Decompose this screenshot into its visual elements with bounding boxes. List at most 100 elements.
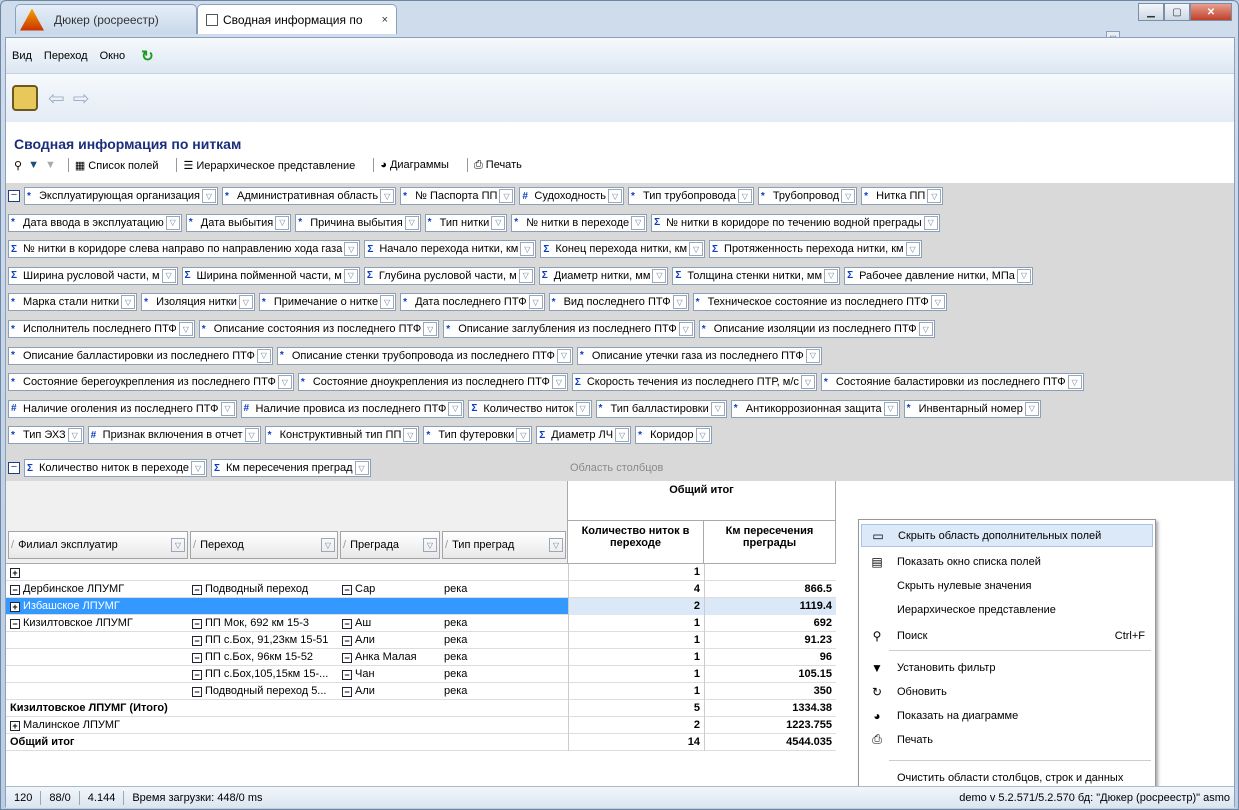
menu-window[interactable]: Окно bbox=[100, 50, 126, 62]
collapse-icon[interactable]: − bbox=[8, 190, 20, 202]
filter-field[interactable]: Σ Толщина стенки нитки, мм ▽ bbox=[672, 266, 841, 285]
filter-field[interactable]: Σ Рабочее давление нитки, МПа ▽ bbox=[844, 266, 1033, 285]
context-menu-item[interactable]: Скрыть нулевые значения bbox=[861, 574, 1153, 597]
collapse-icon[interactable]: − bbox=[342, 687, 352, 697]
collapse-icon[interactable]: − bbox=[192, 687, 202, 697]
filter-field[interactable]: * Описание изоляции из последнего ПТФ ▽ bbox=[698, 320, 935, 338]
expand-icon[interactable]: + bbox=[10, 721, 20, 731]
context-menu-item[interactable]: ◕ Показать на диаграмме bbox=[861, 704, 1153, 727]
filter-field[interactable]: * Конструктивный тип ПП ▽ bbox=[264, 426, 420, 445]
filter-icon[interactable]: ▽ bbox=[499, 189, 514, 203]
home-icon[interactable] bbox=[12, 85, 38, 111]
filter-field[interactable]: * Причина выбытия ▽ bbox=[295, 213, 421, 232]
filter-icon[interactable]: ▽ bbox=[549, 538, 563, 552]
filter-icon[interactable]: ▽ bbox=[824, 268, 839, 283]
filter-icon[interactable]: ▽ bbox=[121, 295, 136, 310]
filter-icon[interactable]: ▽ bbox=[275, 215, 290, 230]
filter-field[interactable]: # Судоходность ▽ bbox=[519, 187, 625, 205]
filter-icon[interactable]: ▽ bbox=[551, 375, 566, 390]
filter-icon[interactable]: ▽ bbox=[710, 401, 725, 416]
context-menu-item[interactable]: ⚲ Поиск Ctrl+F bbox=[861, 624, 1153, 647]
filter-field[interactable]: * Административная область ▽ bbox=[221, 187, 397, 205]
filter-icon[interactable]: ▽ bbox=[201, 189, 216, 203]
filter-icon[interactable]: ▽ bbox=[883, 401, 898, 416]
collapse-icon[interactable]: − bbox=[342, 670, 352, 680]
filter-field[interactable]: Σ Глубина русловой части, м ▽ bbox=[363, 266, 535, 285]
table-row[interactable]: − ПП с.Бох, 96км 15-52− Анка Малая река 1 96 bbox=[6, 649, 836, 666]
close-window-button[interactable]: ✕ bbox=[1190, 3, 1232, 21]
filter-icon[interactable]: ▽ bbox=[244, 428, 259, 443]
field-list-button[interactable]: ▦ Список полей bbox=[75, 159, 165, 172]
filter-icon[interactable]: ▽ bbox=[354, 461, 369, 475]
table-row[interactable]: Общий итог 14 4544.035 bbox=[6, 734, 836, 751]
filter-field[interactable]: * Тип футеровки ▽ bbox=[423, 426, 533, 445]
filter-field[interactable]: # Наличие провиса из последнего ПТФ ▽ bbox=[240, 399, 465, 418]
hierarchy-button[interactable]: ☰ Иерархическое представление bbox=[183, 159, 361, 172]
filter-field[interactable]: Σ Протяженность перехода нитки, км ▽ bbox=[709, 240, 922, 259]
filter-field[interactable]: Σ № нитки в коридоре по течению водной пр… bbox=[651, 213, 940, 232]
filter-field[interactable]: * Описание утечки газа из последнего ПТФ ▽ bbox=[576, 346, 822, 365]
context-menu-item[interactable]: ▼ Установить фильтр bbox=[861, 656, 1153, 679]
filter-field[interactable]: * Инвентарный номер ▽ bbox=[903, 399, 1041, 418]
filter-icon[interactable]: ▽ bbox=[423, 538, 437, 552]
expand-icon[interactable]: + bbox=[10, 602, 20, 612]
table-row[interactable]: + Малинское ЛПУМГ 2 1223.755 bbox=[6, 717, 836, 734]
forward-icon[interactable]: ⇨ bbox=[73, 86, 90, 111]
context-menu-item[interactable]: Иерархическое представление bbox=[861, 598, 1153, 621]
filter-icon[interactable]: ▽ bbox=[380, 295, 395, 310]
filter-field[interactable]: Σ Скорость течения из последнего ПТР, м/с… bbox=[571, 373, 817, 392]
context-menu-item[interactable]: ▭ Скрыть область дополнительных полей bbox=[861, 524, 1153, 547]
filter-field[interactable]: * Тип ЭХЗ ▽ bbox=[8, 426, 84, 445]
filter-icon[interactable]: ▽ bbox=[491, 215, 506, 230]
filter-icon[interactable]: ▽ bbox=[528, 295, 543, 310]
filter-icon[interactable]: ▽ bbox=[672, 295, 687, 310]
collapse-icon[interactable]: − bbox=[8, 462, 20, 474]
row-header-crossing[interactable]: / Переход ▽ bbox=[190, 531, 338, 559]
filter-icon[interactable]: ▽ bbox=[403, 428, 418, 443]
filter-field[interactable]: * Описание состояния из последнего ПТФ ▽ bbox=[198, 320, 440, 338]
filter-field[interactable]: * Тип трубопровода ▽ bbox=[628, 187, 754, 205]
filter-icon[interactable]: ▽ bbox=[448, 401, 463, 416]
filter-field[interactable]: * Состояние баластировки из последнего ПТ… bbox=[820, 373, 1084, 392]
filter-field[interactable]: Σ Количество ниток ▽ bbox=[468, 399, 592, 418]
row-header-barrier-type[interactable]: / Тип преград ▽ bbox=[442, 531, 566, 559]
filter-icon[interactable]: ▽ bbox=[678, 322, 693, 336]
context-menu-item[interactable]: ⎙ Печать bbox=[861, 728, 1153, 751]
filter-icon[interactable]: ▽ bbox=[191, 461, 206, 475]
filter-icon[interactable]: ▽ bbox=[923, 215, 938, 230]
tab-summary[interactable]: Сводная информация по × bbox=[197, 4, 397, 34]
filter-icon[interactable]: ▽ bbox=[841, 189, 856, 203]
menu-view[interactable]: Вид bbox=[12, 50, 32, 62]
value-header-count[interactable]: Количество ниток в переходе bbox=[568, 521, 704, 564]
refresh-icon[interactable]: ↻ bbox=[141, 47, 154, 65]
minimize-button[interactable]: ▁ bbox=[1138, 3, 1164, 21]
filter-icon[interactable]: ▽ bbox=[343, 268, 358, 283]
collapse-icon[interactable]: − bbox=[342, 619, 352, 629]
filter-icon[interactable]: ▽ bbox=[321, 538, 335, 552]
filter-field[interactable]: Σ № нитки в коридоре слева направо по нап… bbox=[8, 240, 361, 259]
filter-field[interactable]: Σ Ширина пойменной части, м ▽ bbox=[181, 266, 360, 285]
filter-icon[interactable]: ▽ bbox=[927, 189, 942, 203]
filter-icon[interactable]: ▽ bbox=[800, 375, 815, 390]
tab-close-icon[interactable]: × bbox=[382, 14, 388, 26]
filter-icon[interactable]: ▽ bbox=[161, 268, 176, 283]
filter-icon[interactable]: ▽ bbox=[575, 401, 590, 416]
filter-icon[interactable]: ▽ bbox=[631, 215, 646, 230]
charts-button[interactable]: ◕ Диаграммы bbox=[380, 159, 455, 171]
filter-icon[interactable]: ▽ bbox=[918, 322, 933, 336]
filter-icon[interactable]: ▽ bbox=[256, 348, 271, 363]
filter-icon[interactable]: ▽ bbox=[695, 428, 710, 443]
filter-field[interactable]: * Описание балластировки из последнего ПТ… bbox=[8, 346, 273, 365]
filter-field[interactable]: * Вид последнего ПТФ ▽ bbox=[548, 293, 689, 312]
collapse-icon[interactable]: − bbox=[192, 653, 202, 663]
filter-icon[interactable]: ▽ bbox=[344, 242, 359, 257]
table-row[interactable]: − Подводный переход 5... − Али река 1 350 bbox=[6, 683, 836, 700]
filter-field[interactable]: * № нитки в переходе ▽ bbox=[511, 213, 648, 232]
expand-icon[interactable]: + bbox=[10, 568, 20, 578]
menu-navigate[interactable]: Переход bbox=[44, 50, 88, 62]
filter-icon[interactable]: ▽ bbox=[737, 189, 752, 203]
filter-icon[interactable]: ▽ bbox=[608, 189, 623, 203]
value-header-km[interactable]: Км пересечения преграды bbox=[704, 521, 836, 564]
filter-field[interactable]: * Эксплуатирующая организация ▽ bbox=[24, 187, 218, 205]
filter-field[interactable]: * Описание стенки трубопровода из последн… bbox=[276, 346, 573, 365]
